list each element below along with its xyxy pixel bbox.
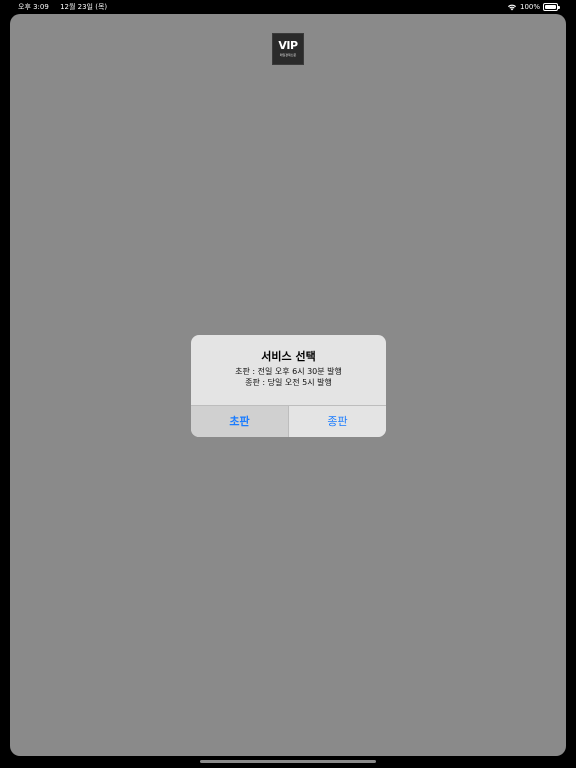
vip-logo: VIP 매일경제신문 (272, 33, 304, 65)
first-edition-button[interactable]: 초판 (191, 406, 288, 437)
service-select-dialog: 서비스 선택 초판 : 전일 오후 6시 30분 발행 종판 : 당일 오전 5… (191, 335, 386, 437)
final-edition-button[interactable]: 종판 (289, 406, 386, 437)
app-sheet: VIP 매일경제신문 서비스 선택 초판 : 전일 오후 6시 30분 발행 종… (10, 14, 566, 756)
battery-icon (543, 3, 560, 11)
status-bar: 오후 3:09 12월 23일 (목) 100% (0, 0, 576, 14)
logo-text: VIP (278, 39, 298, 52)
status-right: 100% (507, 0, 560, 14)
status-date: 12월 23일 (목) (60, 3, 108, 11)
wifi-icon (507, 4, 516, 11)
dialog-message-line2: 종판 : 당일 오전 5시 발행 (245, 378, 332, 387)
battery-percent: 100% (519, 3, 540, 11)
dialog-title: 서비스 선택 (261, 350, 316, 363)
dialog-message-line1: 초판 : 전일 오후 6시 30분 발행 (235, 367, 342, 376)
status-left: 오후 3:09 12월 23일 (목) (18, 0, 116, 14)
dialog-message: 초판 : 전일 오후 6시 30분 발행 종판 : 당일 오전 5시 발행 (191, 366, 386, 388)
status-time: 오후 3:09 (18, 3, 49, 11)
logo-subtext: 매일경제신문 (279, 53, 297, 57)
home-indicator[interactable] (200, 760, 376, 763)
